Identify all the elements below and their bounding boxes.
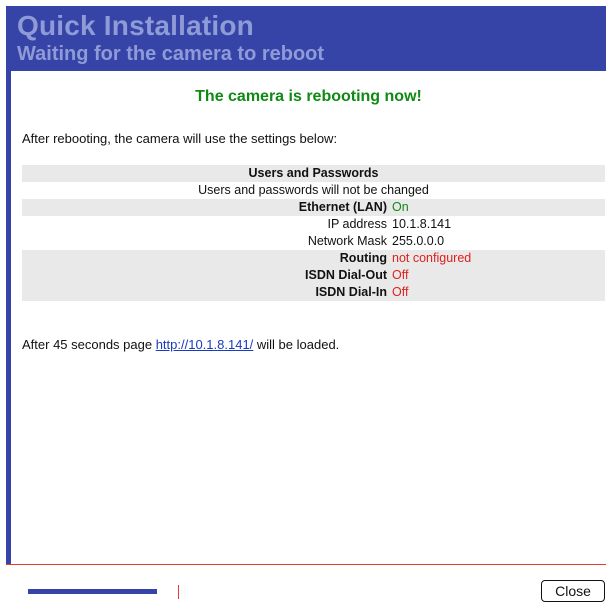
reboot-headline: The camera is rebooting now! [195,88,422,105]
ethernet-value: On [392,200,409,214]
dialin-label: ISDN Dial-In [315,285,387,299]
reload-suffix: will be loaded. [253,337,340,352]
ip-value: 10.1.8.141 [392,217,452,231]
settings-row-mask: Network Mask 255.0.0.0 [22,233,605,250]
ethernet-label: Ethernet (LAN) [298,200,387,214]
routing-label: Routing [339,251,387,265]
routing-value: not configured [392,251,472,265]
intro-text: After rebooting, the camera will use the… [22,131,338,146]
main-content: The camera is rebooting now! After reboo… [11,71,606,564]
reload-prefix: After 45 seconds page [22,337,156,352]
installation-window: Quick Installation Waiting for the camer… [6,6,606,602]
progress-fill [28,589,157,594]
footer-divider [6,564,606,565]
users-note: Users and passwords will not be changed [198,183,429,197]
dialout-label: ISDN Dial-Out [305,268,387,282]
settings-row-ip: IP address 10.1.8.141 [22,216,605,233]
settings-row-users-note: Users and passwords will not be changed [22,182,605,199]
reload-notice: After 45 seconds page http://10.1.8.141/… [22,337,339,352]
camera-url-link[interactable]: http://10.1.8.141/ [156,337,254,352]
settings-row-users-heading: Users and Passwords [22,165,605,182]
ip-label: IP address [327,217,387,231]
mask-value: 255.0.0.0 [392,234,445,248]
settings-row-dialin: ISDN Dial-In Off [22,284,605,301]
dialin-value: Off [392,285,409,299]
settings-summary: Users and Passwords Users and passwords … [22,165,605,301]
users-heading: Users and Passwords [248,166,379,180]
reboot-progress-bar [28,585,179,599]
settings-row-dialout: ISDN Dial-Out Off [22,267,605,284]
dialout-value: Off [392,268,409,282]
header-banner: Quick Installation Waiting for the camer… [6,6,606,71]
settings-row-routing: Routing not configured [22,250,605,267]
mask-label: Network Mask [307,234,387,248]
settings-row-ethernet: Ethernet (LAN) On [22,199,605,216]
close-button[interactable]: Close [541,580,605,602]
page-subtitle: Waiting for the camera to reboot [17,43,325,65]
page-title: Quick Installation [17,10,254,41]
